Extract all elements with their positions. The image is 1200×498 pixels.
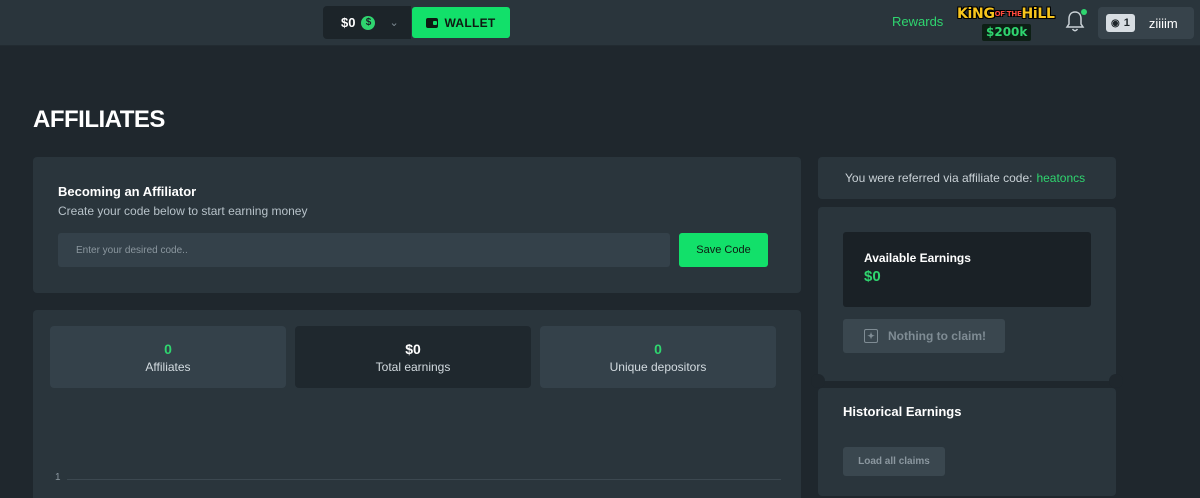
affiliator-panel: Becoming an Affiliator Create your code … — [33, 157, 801, 293]
level-badge: ◉ 1 — [1106, 14, 1135, 32]
logo-text-of-the: OF THE — [994, 10, 1022, 18]
paw-icon: ◉ — [1111, 17, 1120, 29]
stat-label: Total earnings — [375, 359, 451, 374]
referral-text: You were referred via affiliate code: hea… — [845, 171, 1085, 185]
claim-button-label: Nothing to claim! — [888, 329, 986, 343]
stat-card-total-earnings: $0 Total earnings — [295, 326, 531, 388]
logo-prize: $200k — [982, 24, 1032, 41]
top-bar: $0 $ ⌄ WALLET Rewards KiNGOF THEHiLL $20… — [0, 0, 1200, 46]
historical-earnings-title: Historical Earnings — [843, 404, 962, 419]
wallet-button[interactable]: WALLET — [412, 7, 510, 38]
rewards-link[interactable]: Rewards — [892, 14, 943, 29]
earnings-panel: Available Earnings $0 ✦ Nothing to claim… — [811, 207, 1123, 388]
stat-card-unique-depositors: 0 Unique depositors — [540, 326, 776, 388]
referral-label: You were referred via affiliate code: — [845, 171, 1033, 185]
divider-notch-left — [811, 374, 825, 388]
wallet-icon — [426, 17, 439, 28]
chevron-down-icon: ⌄ — [389, 17, 399, 29]
claim-icon: ✦ — [864, 329, 878, 343]
chart-y-tick: 1 — [55, 472, 61, 483]
referral-panel: You were referred via affiliate code: hea… — [818, 157, 1116, 199]
wallet-button-label: WALLET — [444, 15, 496, 30]
level-number: 1 — [1123, 17, 1130, 29]
user-menu[interactable]: ◉ 1 ziiiim — [1098, 7, 1194, 39]
historical-earnings-panel: Historical Earnings Load all claims — [818, 388, 1116, 496]
referral-code: heatoncs — [1036, 171, 1086, 185]
stat-value: $0 — [405, 340, 421, 357]
divider-notch-right — [1109, 374, 1123, 388]
username: ziiiim — [1148, 15, 1178, 31]
stat-label: Unique depositors — [609, 359, 707, 374]
logo-text-hill: HiLL — [1021, 6, 1055, 22]
claim-button[interactable]: ✦ Nothing to claim! — [843, 319, 1005, 353]
stats-panel: 0 Affiliates $0 Total earnings 0 Unique … — [33, 310, 801, 498]
dollar-coin-icon: $ — [361, 15, 376, 30]
save-code-button[interactable]: Save Code — [679, 233, 768, 267]
available-earnings-box: Available Earnings $0 — [843, 232, 1091, 307]
available-earnings-value: $0 — [864, 268, 881, 285]
king-of-the-hill-logo[interactable]: KiNGOF THEHiLL $200k — [957, 5, 1055, 45]
chart-gridline — [67, 479, 781, 480]
available-earnings-title: Available Earnings — [864, 251, 971, 265]
stat-value: 0 — [164, 340, 172, 357]
page-title: AFFILIATES — [33, 106, 165, 133]
stat-card-affiliates: 0 Affiliates — [50, 326, 286, 388]
affiliator-title: Becoming an Affiliator — [58, 184, 197, 199]
stat-value: 0 — [654, 340, 662, 357]
balance-dropdown[interactable]: $0 $ ⌄ — [323, 6, 411, 39]
stat-label: Affiliates — [145, 359, 191, 374]
load-all-claims-button[interactable]: Load all claims — [843, 447, 945, 476]
logo-text-king: KiNG — [957, 6, 995, 22]
affiliator-subtitle: Create your code below to start earning … — [58, 204, 308, 218]
notification-dot — [1081, 9, 1087, 15]
affiliate-code-input[interactable] — [58, 233, 670, 267]
balance-amount: $0 — [341, 15, 356, 30]
